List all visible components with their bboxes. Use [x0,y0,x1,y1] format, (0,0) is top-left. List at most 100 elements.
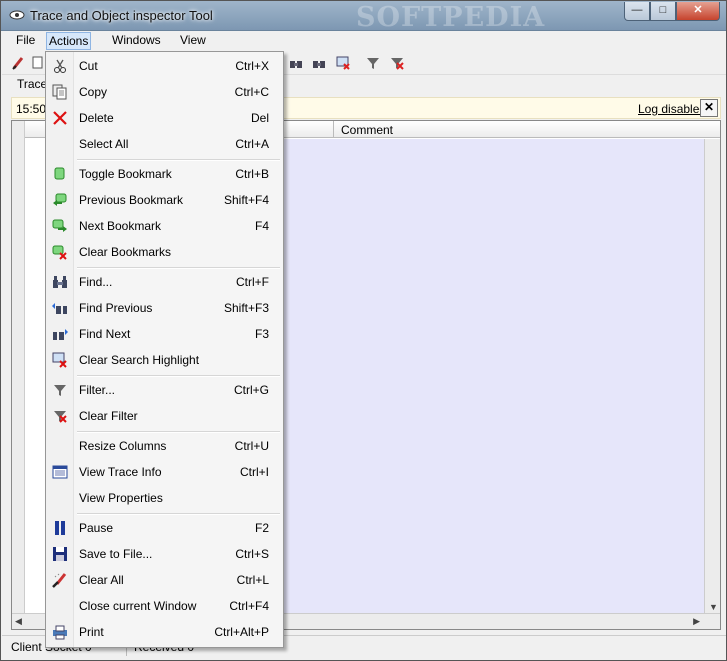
menu-item-clear-search-highlight[interactable]: Clear Search Highlight [48,348,281,372]
menu-item-label: Resize Columns [79,439,167,453]
menu-item-resize-columns[interactable]: Resize Columns Ctrl+U [48,434,281,458]
menu-item-save-to-file[interactable]: Save to File... Ctrl+S [48,542,281,566]
menu-bar: File Actions Windows View [2,31,726,51]
menu-item-view-properties[interactable]: View Properties [48,486,281,510]
menu-item-shortcut: Ctrl+F [236,275,269,289]
menu-file[interactable]: File [14,33,37,47]
menu-windows[interactable]: Windows [110,33,163,47]
menu-separator [77,159,280,161]
clear-filter-icon [54,411,67,423]
floppy-disk-icon [53,547,67,561]
menu-item-close-current-window[interactable]: Close current Window Ctrl+F4 [48,594,281,618]
menu-item-label: Delete [79,111,114,125]
menu-item-label: Find... [79,275,113,289]
column-separator[interactable] [333,121,334,138]
delete-x-icon [53,111,67,125]
vertical-scrollbar[interactable]: ▼ [704,139,720,614]
next-bookmark-icon [52,219,67,232]
menu-item-label: Close current Window [79,599,197,613]
menu-item-copy[interactable]: Copy Ctrl+C [48,80,281,104]
trace-info-icon [52,465,68,479]
log-status-link[interactable]: Log disabled [638,102,706,116]
menu-item-shortcut: F3 [254,327,269,341]
grid-body[interactable] [284,139,720,614]
menu-item-label: Find Next [79,327,131,341]
scissors-icon [54,59,66,73]
clear-all-icon[interactable] [11,55,27,71]
menu-item-view-trace-info[interactable]: View Trace Info Ctrl+I [48,460,281,484]
menu-item-label: Print [79,625,104,639]
menu-item-label: Clear Filter [79,409,138,423]
menu-separator [77,431,280,433]
menu-item-label: Previous Bookmark [79,193,184,207]
actions-dropdown-menu: Cut Ctrl+X Copy Ctrl+C Delete Del Select… [45,51,284,648]
scroll-right-icon[interactable]: ▶ [693,616,700,627]
filter-icon [54,385,66,396]
bookmark-icon [54,167,65,180]
app-icon [9,10,25,20]
scroll-left-icon[interactable]: ◀ [15,616,22,627]
copy-icon [52,84,67,100]
menu-item-shortcut: Ctrl+G [233,383,269,397]
menu-item-label: Clear All [79,573,124,587]
menu-item-label: View Trace Info [79,465,162,479]
minimize-button[interactable]: — [624,2,650,21]
find-next-icon [53,329,68,340]
menu-item-shortcut: Shift+F3 [223,301,269,315]
menu-item-clear-bookmarks[interactable]: Clear Bookmarks [48,240,281,264]
clear-highlight-icon [52,352,67,368]
menu-item-shortcut: Ctrl+I [239,465,269,479]
close-icon[interactable]: ✕ [700,99,718,117]
menu-item-shortcut: Ctrl+L [236,573,269,587]
menu-item-label: Filter... [79,383,116,397]
menu-item-shortcut: Ctrl+Alt+P [214,625,269,639]
menu-item-shortcut: Ctrl+U [234,439,269,453]
menu-item-label: Select All [79,137,129,151]
menu-item-shortcut: Ctrl+A [235,137,269,151]
find-previous-toolbar-icon[interactable] [288,55,304,71]
scroll-down-icon[interactable]: ▼ [709,602,718,612]
maximize-button[interactable]: □ [650,2,676,21]
brush-icon [52,573,67,588]
menu-item-find-next[interactable]: Find Next F3 [48,322,281,346]
menu-item-label: Copy [79,85,108,99]
menu-item-label: View Properties [79,491,163,505]
menu-item-delete[interactable]: Delete Del [48,106,281,130]
menu-item-shortcut: Ctrl+S [235,547,269,561]
menu-item-select-all[interactable]: Select All Ctrl+A [48,132,281,156]
menu-view[interactable]: View [178,33,208,47]
column-header-comment[interactable]: Comment [341,123,393,137]
menu-item-toggle-bookmark[interactable]: Toggle Bookmark Ctrl+B [48,162,281,186]
menu-item-print[interactable]: Print Ctrl+Alt+P [48,620,281,644]
menu-item-shortcut: Ctrl+B [235,167,269,181]
menu-item-previous-bookmark[interactable]: Previous Bookmark Shift+F4 [48,188,281,212]
menu-actions[interactable]: Actions [46,32,92,50]
menu-separator [77,513,280,515]
menu-item-label: Cut [79,59,98,73]
pause-icon [55,521,65,535]
find-next-toolbar-icon[interactable] [311,55,327,71]
menu-item-next-bookmark[interactable]: Next Bookmark F4 [48,214,281,238]
menu-item-shortcut: Ctrl+C [234,85,269,99]
filter-toolbar-icon[interactable] [365,55,381,71]
menu-item-label: Pause [79,521,114,535]
menu-item-clear-filter[interactable]: Clear Filter [48,404,281,428]
menu-item-shortcut: Del [250,111,269,125]
clear-filter-toolbar-icon[interactable] [389,55,405,71]
menu-item-pause[interactable]: Pause F2 [48,516,281,540]
menu-item-shortcut: Ctrl+F4 [229,599,269,613]
clear-highlight-toolbar-icon[interactable] [335,55,351,71]
menu-item-label: Find Previous [79,301,153,315]
clear-bookmarks-icon [52,245,67,260]
find-previous-icon [52,303,67,314]
window-title: Trace and Object inspector Tool [30,8,213,23]
previous-bookmark-icon [53,193,67,206]
menu-item-clear-all[interactable]: Clear All Ctrl+L [48,568,281,592]
close-button[interactable]: ✕ [676,2,720,21]
menu-item-cut[interactable]: Cut Ctrl+X [48,54,281,78]
menu-item-find[interactable]: Find... Ctrl+F [48,270,281,294]
menu-item-filter[interactable]: Filter... Ctrl+G [48,378,281,402]
menu-item-find-previous[interactable]: Find Previous Shift+F3 [48,296,281,320]
menu-separator [77,375,280,377]
title-bar[interactable]: Trace and Object inspector Tool SOFTPEDI… [1,1,726,33]
